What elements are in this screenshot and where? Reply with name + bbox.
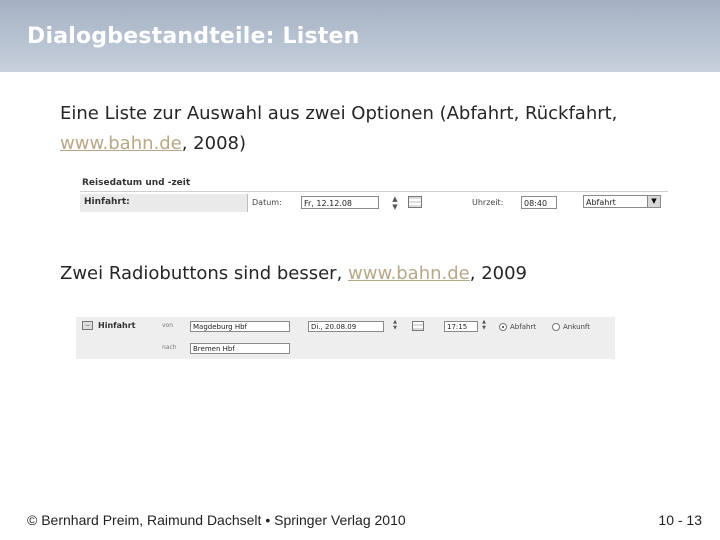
departure-arrival-select[interactable]: Abfahrt ▼ [583,195,661,208]
radio-arrival[interactable] [552,323,560,331]
arrow-up-icon[interactable]: ▲ [392,195,397,203]
time-input[interactable]: 17:15 [444,321,478,332]
arrow-down-icon[interactable]: ▼ [392,203,397,211]
footer-credit: © Bernhard Preim, Raimund Dachselt • Spr… [27,512,406,528]
time-label: Uhrzeit: [472,198,504,207]
screenshot-radiobuttons: − Hinfahrt von nach Magdeburg Hbf Bremen… [76,317,615,359]
section-title: Hinfahrt [98,321,136,330]
from-station-input[interactable]: Magdeburg Hbf [190,321,290,332]
time-field[interactable]: 08:40 [521,196,557,209]
date-input[interactable]: Di., 20.08.09 [308,321,384,332]
paragraph-2: Zwei Radiobuttons sind besser, www.bahn.… [60,262,527,286]
paragraph-2-text: Zwei Radiobuttons sind besser, [60,263,349,284]
radio-arrival-label: Ankunft [563,323,591,331]
paragraph-1-line-1: Eine Liste zur Auswahl aus zwei Optionen… [60,103,618,124]
paragraph-2-suffix: , 2009 [469,263,528,284]
calendar-icon[interactable] [408,196,422,208]
slide-title: Dialogbestandteile: Listen [27,24,360,49]
outbound-row: Hinfahrt: Datum: Fr, 12.12.08 ▲ ▼ Uhrzeit… [80,194,668,212]
from-label: von [162,322,174,329]
page-number: 10 - 13 [658,512,702,528]
collapse-icon[interactable]: − [82,321,93,330]
date-field[interactable]: Fr, 12.12.08 [301,196,379,209]
footer-authors: © Bernhard Preim, Raimund Dachselt [27,512,262,528]
arrow-down-icon[interactable]: ▼ [482,325,486,331]
link-bahn-de-2[interactable]: www.bahn.de [348,263,470,284]
select-value: Abfahrt [586,198,616,207]
calendar-icon[interactable] [412,321,424,331]
row-label: Hinfahrt: [80,194,248,212]
to-station-input[interactable]: Bremen Hbf [190,343,290,354]
paragraph-1-line-2: www.bahn.de, 2008) [60,132,246,156]
date-stepper[interactable]: ▲ ▼ [390,319,400,331]
date-label: Datum: [252,198,282,207]
section-header: Reisedatum und -zeit [80,176,668,192]
radio-departure[interactable] [499,323,507,331]
footer-bullet: • [265,512,271,528]
radio-departure-label: Abfahrt [510,323,537,331]
date-stepper[interactable]: ▲ ▼ [390,195,400,211]
screenshot-dropdown: Reisedatum und -zeit Hinfahrt: Datum: Fr… [80,176,668,212]
paragraph-1-suffix: , 2008) [181,133,247,154]
chevron-down-icon[interactable]: ▼ [647,196,660,207]
arrow-down-icon[interactable]: ▼ [393,325,397,331]
to-label: nach [162,344,177,351]
link-bahn-de[interactable]: www.bahn.de [60,133,182,154]
footer-publisher: Springer Verlag 2010 [274,512,406,528]
time-stepper[interactable]: ▲ ▼ [479,319,489,331]
